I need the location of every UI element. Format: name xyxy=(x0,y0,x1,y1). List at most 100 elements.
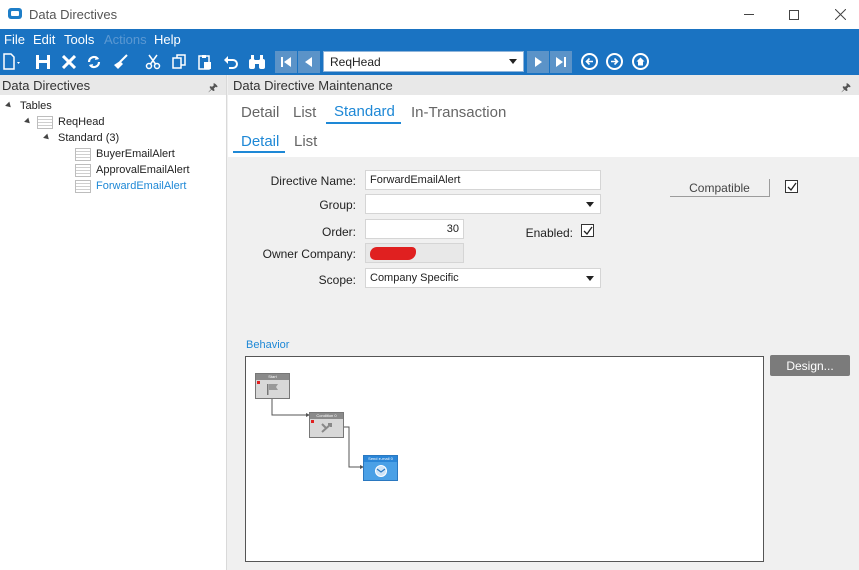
maintenance-panel-header: Data Directive Maintenance 🖈 xyxy=(228,75,859,95)
owner-company-field xyxy=(365,243,464,263)
checkmark-icon xyxy=(787,182,797,191)
node-marker xyxy=(311,420,314,423)
paste-button[interactable] xyxy=(195,52,215,72)
directive-icon xyxy=(75,148,91,161)
top-tab-strip: Detail List Standard In-Transaction xyxy=(228,95,859,127)
back-button[interactable] xyxy=(581,53,598,70)
directive-name-field[interactable]: ForwardEmailAlert xyxy=(365,170,601,190)
compatible-button[interactable]: Compatible xyxy=(670,179,770,197)
tree-label-item-selected: ForwardEmailAlert xyxy=(96,180,187,192)
group-dropdown[interactable] xyxy=(365,194,601,214)
chevron-down-icon xyxy=(586,276,594,281)
behavior-label: Behavior xyxy=(246,339,290,351)
window-title: Data Directives xyxy=(29,7,118,22)
design-button[interactable]: Design... xyxy=(770,355,850,376)
scope-dropdown[interactable]: Company Specific xyxy=(365,268,601,288)
tab-list[interactable]: List xyxy=(293,104,316,121)
chevron-down-icon xyxy=(509,59,517,64)
menu-tools[interactable]: Tools xyxy=(64,32,94,47)
binoculars-icon xyxy=(249,55,265,69)
last-record-button[interactable] xyxy=(550,51,572,73)
tree-label-item: BuyerEmailAlert xyxy=(96,148,175,160)
minimize-icon xyxy=(744,14,754,15)
maximize-button[interactable] xyxy=(772,0,816,29)
subtab-list[interactable]: List xyxy=(294,133,317,150)
menu-file[interactable]: File xyxy=(4,32,25,47)
checkmark-icon xyxy=(583,226,593,235)
tab-standard[interactable]: Standard xyxy=(334,103,395,120)
next-record-button[interactable] xyxy=(527,51,549,73)
search-button[interactable] xyxy=(247,52,267,72)
app-icon xyxy=(8,8,22,19)
copy-icon xyxy=(172,54,186,69)
tree-label-standard: Standard (3) xyxy=(58,132,120,144)
copy-button[interactable] xyxy=(169,52,189,72)
new-document-icon xyxy=(3,53,20,70)
save-button[interactable] xyxy=(33,52,53,72)
chevron-down-icon xyxy=(586,202,594,207)
compatible-label: Compatible xyxy=(689,181,750,195)
design-button-label: Design... xyxy=(786,359,834,373)
tree-node-tables[interactable]: Tables xyxy=(5,99,125,115)
home-button[interactable] xyxy=(632,53,649,70)
tree-node-forward-email-alert[interactable]: ForwardEmailAlert xyxy=(75,179,215,195)
sub-tab-strip: Detail List xyxy=(228,127,859,157)
tree-node-approval-email-alert[interactable]: ApprovalEmailAlert xyxy=(75,163,215,179)
tab-detail[interactable]: Detail xyxy=(241,104,279,121)
enabled-label: Enabled: xyxy=(525,226,573,240)
cut-button[interactable] xyxy=(143,52,163,72)
directive-icon xyxy=(75,180,91,193)
tab-in-transaction[interactable]: In-Transaction xyxy=(411,104,506,121)
undo-icon xyxy=(224,56,238,69)
clear-button[interactable] xyxy=(111,52,131,72)
close-button[interactable] xyxy=(818,0,859,29)
workflow-node-send-email[interactable]: Send e-mail 0 xyxy=(363,455,398,481)
owner-company-label: Owner Company: xyxy=(262,247,356,261)
compatible-checkbox[interactable] xyxy=(785,180,798,193)
minimize-button[interactable] xyxy=(727,0,771,29)
tree-node-reqhead[interactable]: ReqHead xyxy=(24,115,154,131)
collapse-triangle-icon[interactable] xyxy=(43,133,51,142)
previous-record-button[interactable] xyxy=(298,51,320,73)
pin-icon[interactable]: 🖈 xyxy=(208,79,218,98)
close-icon xyxy=(834,9,846,20)
order-label: Order: xyxy=(321,225,356,239)
record-selector-value: ReqHead xyxy=(330,55,381,69)
redaction-mark xyxy=(370,247,416,260)
menu-actions[interactable]: Actions xyxy=(104,32,147,47)
menu-edit[interactable]: Edit xyxy=(33,32,55,47)
collapse-triangle-icon[interactable] xyxy=(5,101,13,110)
enabled-checkbox[interactable] xyxy=(581,224,594,237)
first-record-button[interactable] xyxy=(275,51,297,73)
directive-icon xyxy=(75,164,91,177)
undo-button[interactable] xyxy=(221,52,241,72)
menu-bar: File Edit Tools Actions Help xyxy=(0,29,859,49)
tree-node-standard[interactable]: Standard (3) xyxy=(43,131,183,147)
tree-panel-title: Data Directives xyxy=(2,78,91,93)
condition-icon xyxy=(321,423,332,433)
scissors-icon xyxy=(145,54,161,70)
arrow-left-icon xyxy=(585,57,593,66)
collapse-triangle-icon[interactable] xyxy=(24,117,32,126)
behavior-canvas[interactable]: Start Condition 0 Send e-mail 0 xyxy=(245,356,764,562)
delete-button[interactable] xyxy=(59,52,79,72)
scope-label: Scope: xyxy=(318,273,356,287)
menu-help[interactable]: Help xyxy=(154,32,181,47)
record-selector[interactable]: ReqHead xyxy=(323,51,524,72)
refresh-button[interactable] xyxy=(84,52,104,72)
next-icon xyxy=(535,57,542,67)
tree-node-buyer-email-alert[interactable]: BuyerEmailAlert xyxy=(75,147,215,163)
new-button[interactable] xyxy=(2,52,22,72)
node-title: Condition 0 xyxy=(310,413,343,419)
workflow-node-start[interactable]: Start xyxy=(255,373,290,399)
tree-panel-header: Data Directives 🖈 xyxy=(0,75,226,95)
subtab-detail[interactable]: Detail xyxy=(241,133,279,150)
email-icon xyxy=(375,465,387,477)
maintenance-panel: Data Directive Maintenance 🖈 Detail List… xyxy=(228,75,859,570)
directive-name-label: Directive Name: xyxy=(270,174,356,188)
save-icon xyxy=(36,55,50,69)
workflow-node-condition[interactable]: Condition 0 xyxy=(309,412,344,438)
forward-button[interactable] xyxy=(606,53,623,70)
tree-label-tables: Tables xyxy=(20,100,52,112)
last-record-icon xyxy=(556,57,566,67)
